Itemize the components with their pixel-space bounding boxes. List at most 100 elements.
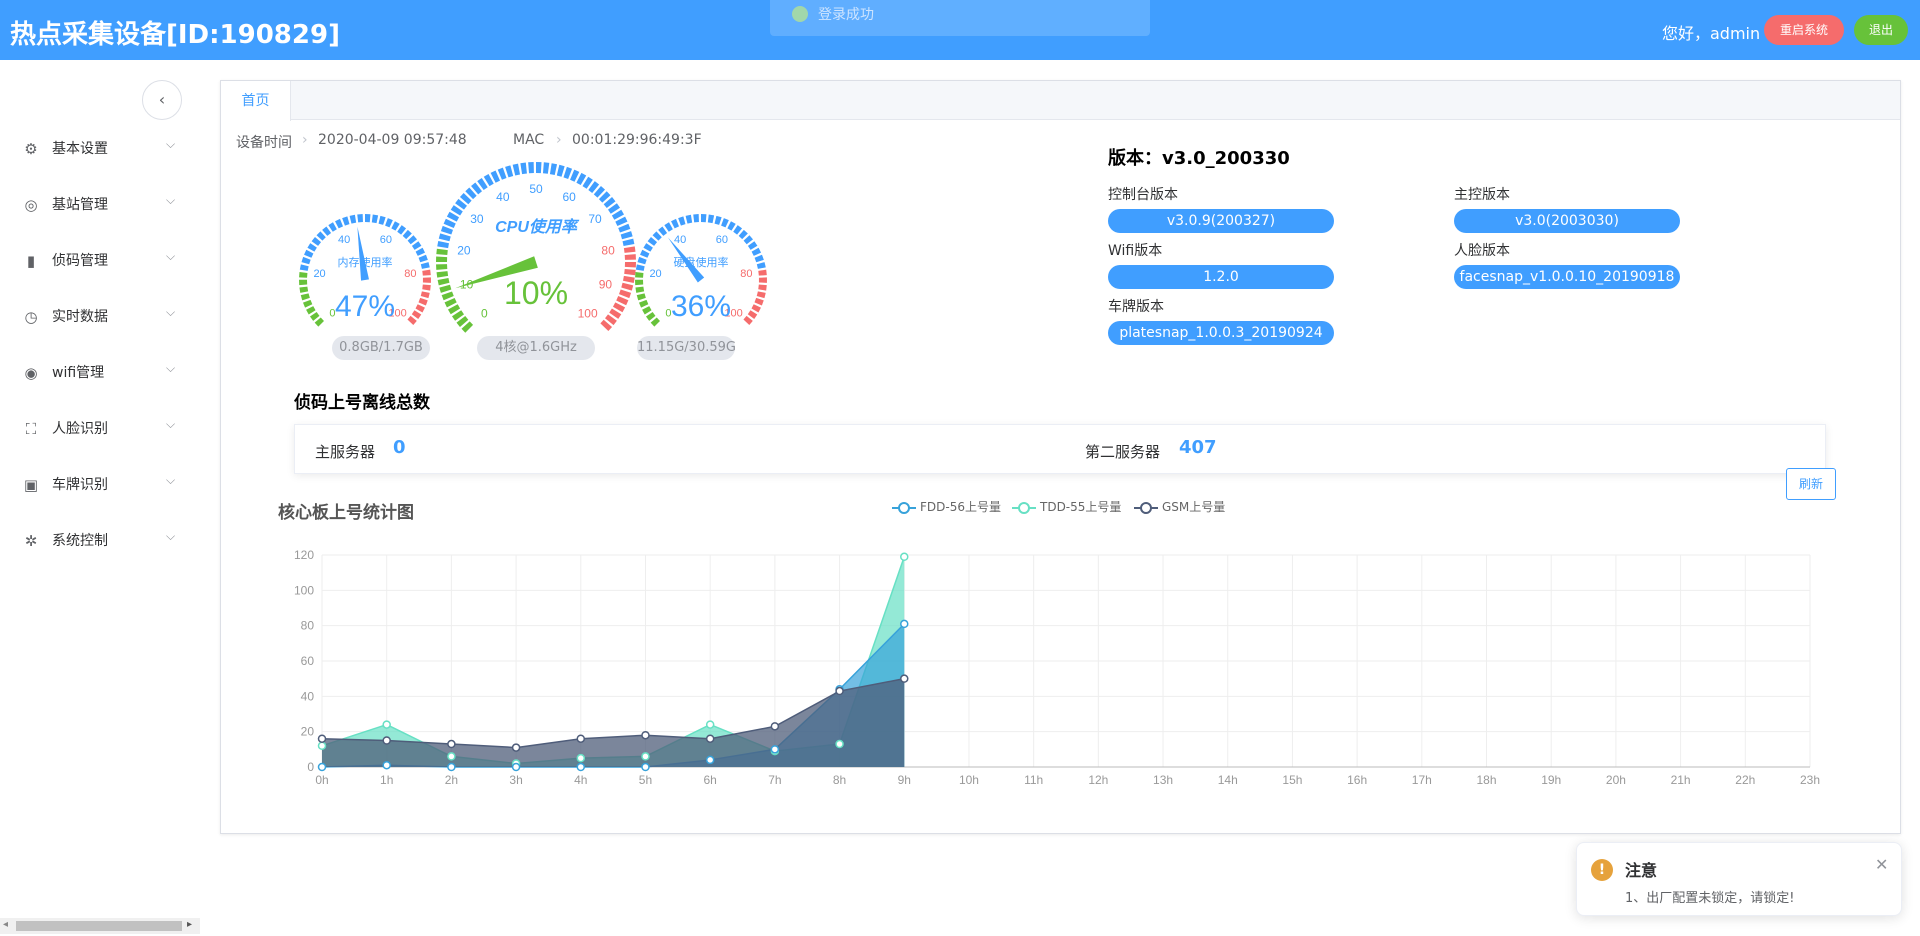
sidebar-item-station-management[interactable]: ◎ 基站管理 ⌵ xyxy=(0,184,200,224)
scrollbar-thumb[interactable] xyxy=(16,921,182,931)
data-point xyxy=(835,686,844,696)
gauge-pointer xyxy=(357,226,369,281)
legend-item-gsm[interactable]: GSM上号量 xyxy=(1134,498,1225,515)
x-tick-label: 14h xyxy=(1218,773,1238,787)
gauge-segment xyxy=(300,293,310,301)
logout-button[interactable]: 退出 xyxy=(1854,15,1908,45)
gear-icon: ⚙ xyxy=(24,140,38,158)
sidebar-item-realtime-data[interactable]: ◷ 实时数据 ⌵ xyxy=(0,296,200,336)
y-tick-label: 100 xyxy=(294,583,314,597)
tab-home[interactable]: 首页 xyxy=(221,81,291,121)
close-icon[interactable]: ✕ xyxy=(1875,855,1888,874)
gauge-segment xyxy=(407,235,417,245)
sidebar-item-label: 人脸识别 xyxy=(52,421,108,437)
gauge-segment xyxy=(385,218,393,228)
second-server-label: 第二服务器 xyxy=(1085,443,1161,461)
gauge-segment xyxy=(349,214,357,224)
cpu-detail: 4核@1.6GHz xyxy=(477,336,595,360)
horizontal-scrollbar[interactable]: ◂ ▸ xyxy=(0,918,200,934)
restart-system-button[interactable]: 重启系统 xyxy=(1764,15,1844,45)
chevron-right-icon: › xyxy=(302,132,308,148)
x-tick-label: 5h xyxy=(639,773,652,787)
compass-icon: ◉ xyxy=(24,364,38,382)
sidebar-item-code-detection[interactable]: ▮ 侦码管理 ⌵ xyxy=(0,240,200,280)
gauge-segment xyxy=(536,162,542,174)
gauge-segment xyxy=(391,221,400,231)
sidebar-item-face-recognition[interactable]: ⛶ 人脸识别 ⌵ xyxy=(0,408,200,448)
legend-item-tdd[interactable]: TDD-55上号量 xyxy=(1012,498,1121,515)
gauge-segment xyxy=(650,317,660,327)
gauge-segment xyxy=(328,222,337,232)
sidebar-item-wifi-management[interactable]: ◉ wifi管理 ⌵ xyxy=(0,352,200,392)
face-version-value: facesnap_v1.0.0.10_20190918 xyxy=(1454,265,1680,289)
gauge-tick-label: 60 xyxy=(380,234,392,246)
gauge-segment xyxy=(402,229,412,240)
face-frame-icon: ⛶ xyxy=(25,420,37,438)
gauge-segment xyxy=(635,286,645,293)
chart-title: 核心板上号统计图 xyxy=(278,503,414,523)
scroll-left-icon[interactable]: ◂ xyxy=(3,919,8,930)
data-point xyxy=(382,736,391,745)
x-tick-label: 22h xyxy=(1735,773,1755,787)
gauge-segment xyxy=(623,275,635,284)
gauge-segment xyxy=(721,218,729,228)
notice-body: 1、出厂配置未锁定，请锁定! xyxy=(1625,891,1795,906)
sidebar-item-label: 系统控制 xyxy=(52,533,108,549)
gauge-segment xyxy=(420,262,430,269)
gauge-segment xyxy=(714,215,722,225)
gauge-segment xyxy=(304,249,314,258)
y-tick-label: 40 xyxy=(301,689,315,703)
gauge-segment xyxy=(621,282,634,291)
legend-item-fdd[interactable]: FDD-56上号量 xyxy=(892,498,1001,515)
device-time-label: 设备时间 xyxy=(236,135,292,151)
gauge-label: CPU使用率 xyxy=(495,218,580,236)
disk-detail: 11.15G/30.59G xyxy=(637,336,736,360)
y-tick-label: 120 xyxy=(294,548,314,562)
warning-icon: ! xyxy=(1591,859,1613,881)
chevron-right-icon: › xyxy=(556,132,562,148)
gauge-segment xyxy=(357,214,363,223)
data-point xyxy=(317,741,327,751)
gauge-tick-label: 100 xyxy=(578,307,598,321)
gauge-segment xyxy=(436,271,449,278)
refresh-button[interactable]: 刷新 xyxy=(1786,468,1836,500)
data-point xyxy=(900,619,909,629)
mac-label: MAC xyxy=(513,132,545,148)
gauge-segment xyxy=(520,162,527,175)
gauge-segment xyxy=(754,254,764,263)
x-tick-label: 18h xyxy=(1477,773,1497,787)
sidebar-item-plate-recognition[interactable]: ▣ 车牌识别 ⌵ xyxy=(0,464,200,504)
gauge-segment xyxy=(316,231,326,241)
y-tick-label: 0 xyxy=(307,760,314,774)
gauge-segment xyxy=(624,262,636,268)
gauge-segment xyxy=(658,226,668,236)
gauge-tick-label: 50 xyxy=(529,182,543,196)
sidebar-collapse-button[interactable]: ‹ xyxy=(142,80,182,120)
sidebar-item-label: 实时数据 xyxy=(52,309,108,325)
gauge-segment xyxy=(549,163,558,175)
legend-label: TDD-55上号量 xyxy=(1040,500,1122,514)
gauge-segment xyxy=(636,293,646,301)
x-tick-label: 13h xyxy=(1153,773,1173,787)
wifi-version-label: Wifi版本 xyxy=(1108,243,1163,259)
gauge-segment xyxy=(420,291,430,299)
x-tick-label: 9h xyxy=(898,773,911,787)
data-point xyxy=(382,760,391,770)
sidebar-item-label: wifi管理 xyxy=(52,365,105,381)
gauge-segment xyxy=(624,254,636,260)
gauge-segment xyxy=(422,269,431,276)
data-point xyxy=(447,752,456,761)
gauge-segment xyxy=(438,233,451,242)
tab-bar: 首页 xyxy=(221,81,1900,121)
sidebar-item-system-control[interactable]: ✲ 系统控制 ⌵ xyxy=(0,520,200,560)
offline-total-title: 侦码上号离线总数 xyxy=(294,393,430,413)
data-point xyxy=(317,734,327,743)
gauge-segment xyxy=(671,218,680,229)
gauge-segment xyxy=(751,247,762,256)
scroll-right-icon[interactable]: ▸ xyxy=(187,919,192,930)
gauge-segment xyxy=(439,284,452,293)
x-tick-label: 17h xyxy=(1412,773,1432,787)
cpu-gauge: 0102030405060708090100CPU使用率10% xyxy=(436,162,636,333)
data-point xyxy=(835,739,844,749)
sidebar-item-basic-settings[interactable]: ⚙ 基本设置 ⌵ xyxy=(0,128,200,168)
